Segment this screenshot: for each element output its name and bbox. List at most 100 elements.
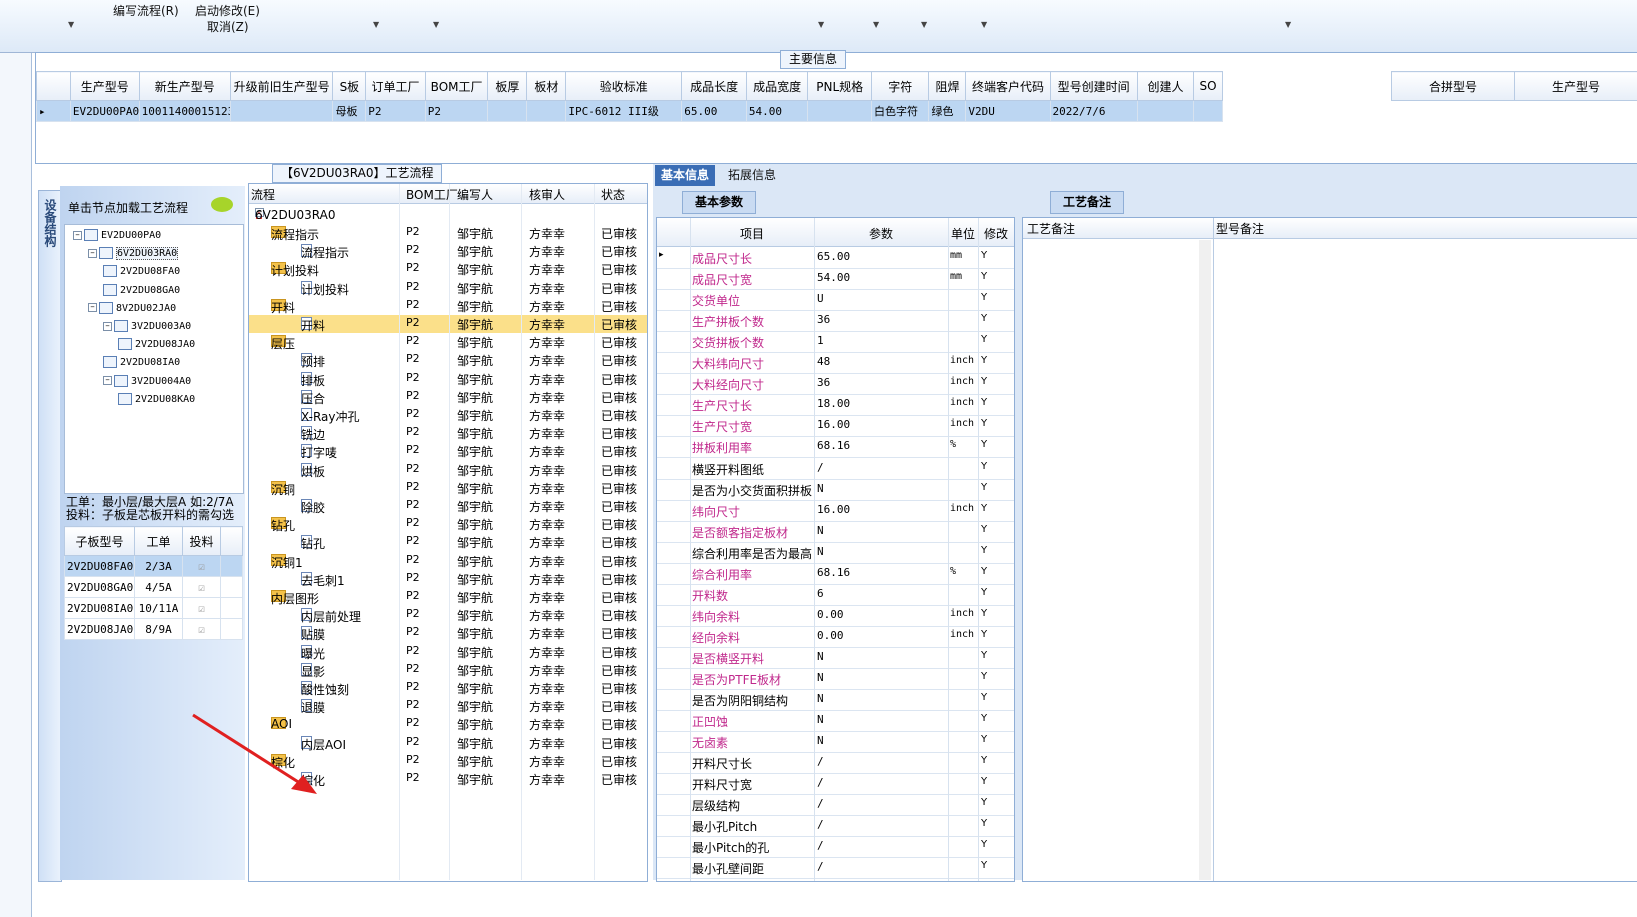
feed-checkbox[interactable]: ☑ (182, 555, 221, 577)
param-modify[interactable]: Y (981, 566, 987, 577)
write-flow-button[interactable]: 编写流程(R) (113, 2, 179, 19)
param-value[interactable]: N (817, 524, 824, 537)
main-col-header[interactable]: 成品长度 (681, 71, 747, 101)
feed-checkbox[interactable]: ☑ (182, 576, 221, 598)
param-col-header[interactable]: 修改 (978, 225, 1014, 242)
sub-workorder[interactable]: 10/11A (134, 597, 183, 619)
sub-row[interactable]: 2V2DU08IA0 10/11A ☑ (64, 597, 243, 619)
main-cell[interactable]: 母板 (332, 100, 367, 122)
main-col-header[interactable]: 板材 (526, 71, 567, 101)
main-col-header[interactable]: 升级前旧生产型号 (229, 71, 334, 101)
param-row[interactable]: 最小孔Pitch / Y (657, 815, 1014, 838)
main-col-header[interactable]: S板 (332, 71, 367, 101)
param-value[interactable]: 0.00 (817, 608, 844, 621)
flow-row[interactable]: X-Ray冲孔 P2 邹宇航 方幸幸 已审核 (249, 406, 647, 424)
param-value[interactable]: N (817, 671, 824, 684)
param-modify[interactable]: Y (981, 839, 987, 850)
param-value[interactable]: 36 (817, 313, 830, 326)
tree-node[interactable]: − 6V2DU03RA0 (88, 247, 179, 261)
param-value[interactable]: 16.00 (817, 503, 850, 516)
flow-row[interactable]: 打字唛 P2 邹宇航 方幸幸 已审核 (249, 442, 647, 460)
tree-node[interactable]: 2V2DU08IA0 (103, 356, 180, 369)
expand-toggle-icon[interactable]: − (103, 321, 112, 331)
param-col-header[interactable]: 参数 (814, 225, 948, 242)
param-value[interactable]: 1 (817, 334, 824, 347)
dropdown-arrow-icon[interactable]: ▼ (1285, 20, 1291, 29)
flow-row[interactable]: 铣边 P2 邹宇航 方幸幸 已审核 (249, 424, 647, 442)
flow-row[interactable]: 内层前处理 P2 邹宇航 方幸幸 已审核 (249, 606, 647, 624)
main-col-header[interactable]: BOM工厂 (424, 71, 489, 101)
flow-row[interactable]: 除胶 P2 邹宇航 方幸幸 已审核 (249, 497, 647, 515)
param-modify[interactable]: Y (981, 313, 987, 324)
param-row[interactable]: 大料纬向尺寸 48 inch Y (657, 352, 1014, 375)
param-value[interactable]: / (817, 797, 824, 810)
sub-col-header[interactable]: 工单 (134, 526, 183, 556)
param-row[interactable]: 是否为小交货面积拼板 N Y (657, 479, 1014, 501)
flow-row[interactable]: 计划投料 P2 邹宇航 方幸幸 已审核 (249, 279, 647, 297)
flow-root-row[interactable]: − ⌂ 6V2DU03RA0 (249, 206, 647, 224)
param-value[interactable]: / (817, 461, 824, 474)
param-modify[interactable]: Y (981, 692, 987, 703)
main-cell[interactable] (526, 100, 567, 122)
param-row[interactable]: 拼板利用率 68.16% Y (657, 436, 1014, 459)
main-col-header[interactable]: 验收标准 (565, 71, 683, 101)
param-row[interactable]: 交货拼板个数 1 Y (657, 331, 1014, 354)
main-col-header[interactable]: 成品宽度 (745, 71, 809, 101)
flow-row[interactable]: 压合 P2 邹宇航 方幸幸 已审核 (249, 388, 647, 406)
memo-scrollbar[interactable] (1199, 240, 1211, 880)
main-col-header[interactable]: PNL规格 (807, 71, 873, 101)
param-row[interactable]: 正凹蚀 N Y (657, 710, 1014, 733)
param-value[interactable]: / (817, 776, 824, 789)
param-row[interactable]: 开料尺寸长 / Y (657, 752, 1014, 775)
dropdown-arrow-icon[interactable]: ▼ (433, 20, 439, 29)
flow-row[interactable]: 预排 P2 邹宇航 方幸幸 已审核 (249, 351, 647, 369)
cancel-button[interactable]: 取消(Z) (207, 18, 249, 35)
param-value[interactable]: / (817, 839, 824, 852)
row-header-corner[interactable] (657, 218, 691, 246)
param-modify[interactable]: Y (981, 734, 987, 745)
param-modify[interactable]: Y (981, 482, 987, 493)
expand-toggle-icon[interactable]: − (88, 303, 97, 313)
param-modify[interactable]: Y (981, 713, 987, 724)
param-row[interactable]: 是否为PTFE板材 N Y (657, 668, 1014, 690)
param-row[interactable]: 成品尺寸宽 54.00 mm Y (657, 268, 1014, 291)
param-modify[interactable]: Y (981, 271, 987, 282)
param-value[interactable]: 6 (817, 587, 824, 600)
tab-extended-info[interactable]: 拓展信息 (722, 165, 782, 186)
main-cell[interactable] (1136, 100, 1195, 122)
expand-toggle-icon[interactable]: − (103, 376, 112, 386)
main-col-header[interactable]: 板厚 (487, 71, 528, 101)
param-modify[interactable]: Y (981, 608, 987, 619)
sub-workorder[interactable]: 8/9A (134, 618, 183, 640)
param-modify[interactable]: Y (981, 797, 987, 808)
param-modify[interactable]: Y (981, 671, 987, 682)
param-col-header[interactable]: 项目 (690, 225, 814, 242)
flow-row[interactable]: 显影 P2 邹宇航 方幸幸 已审核 (249, 661, 647, 679)
main-cell[interactable]: 2022/7/6 (1049, 100, 1138, 122)
expand-toggle-icon[interactable]: − (73, 230, 82, 240)
row-header-corner[interactable] (36, 71, 71, 101)
param-value[interactable]: / (817, 755, 824, 768)
param-row[interactable]: 是否为阴阳铜结构 N Y (657, 689, 1014, 712)
dropdown-arrow-icon[interactable]: ▼ (873, 20, 879, 29)
param-row[interactable]: 纬向余料 0.00 inch Y (657, 605, 1014, 627)
param-value[interactable]: N (817, 713, 824, 726)
dropdown-arrow-icon[interactable]: ▼ (818, 20, 824, 29)
flow-col-header[interactable]: 编写人 (457, 186, 493, 203)
param-value[interactable]: 36 (817, 376, 830, 389)
param-value[interactable]: 54.00 (817, 271, 850, 284)
tree-node[interactable]: 2V2DU08JA0 (118, 338, 195, 351)
main-cell[interactable]: 绿色 (928, 100, 967, 122)
param-row[interactable]: 无卤素 N Y (657, 731, 1014, 754)
main-cell[interactable]: 65.00 (681, 100, 747, 122)
param-modify[interactable]: Y (981, 650, 987, 661)
param-value[interactable]: U (817, 292, 824, 305)
flow-col-header[interactable]: 流程 (251, 186, 275, 203)
param-modify[interactable]: Y (981, 545, 987, 556)
dropdown-arrow-icon[interactable]: ▼ (373, 20, 379, 29)
param-row[interactable]: 横竖开料图纸 / Y (657, 458, 1014, 480)
merge-col-header[interactable]: 合拼型号 (1391, 71, 1515, 101)
sub-row[interactable]: 2V2DU08GA0 4/5A ☑ (64, 576, 243, 598)
tree-node[interactable]: 2V2DU08FA0 (103, 265, 180, 278)
param-modify[interactable]: Y (981, 250, 987, 261)
